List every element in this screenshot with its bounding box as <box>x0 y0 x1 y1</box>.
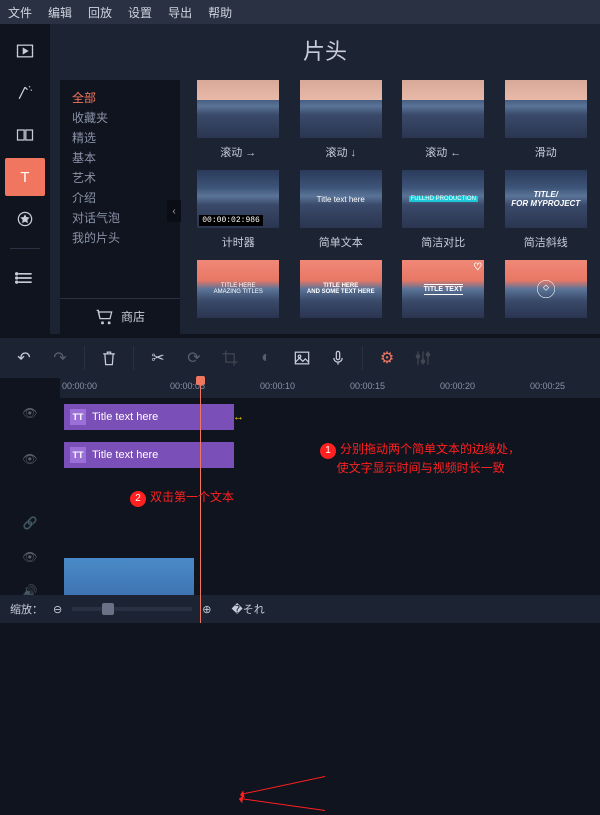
cat-bubble[interactable]: 对话气泡 <box>72 208 168 228</box>
annotation-arrow <box>241 798 325 811</box>
cat-featured[interactable]: 精选 <box>72 128 168 148</box>
preset-item[interactable] <box>502 260 591 318</box>
zoom-out-button[interactable]: ⊖ <box>53 603 62 616</box>
svg-text:T: T <box>20 169 29 186</box>
color-button[interactable]: ◐ <box>250 342 282 374</box>
cat-art[interactable]: 艺术 <box>72 168 168 188</box>
text-clip-icon: TT <box>70 447 86 463</box>
preset-item[interactable]: TITLE/ FOR MYPROJECT简洁斜线 <box>502 170 591 250</box>
tool-sidebar: T <box>0 24 50 334</box>
cat-all[interactable]: 全部 <box>72 88 168 108</box>
preset-grid: 滚动 → 滚动 ↓ 滚动 ← 滑动 00:00:02:986计时器 Title … <box>180 80 590 334</box>
menu-playback[interactable]: 回放 <box>88 4 112 21</box>
cat-mine[interactable]: 我的片头 <box>72 228 168 248</box>
annotation-1: 1分别拖动两个简单文本的边缘处， 使文字显示时间与视频时长一致 <box>320 440 520 476</box>
eye-icon[interactable]: 👁 <box>22 550 37 564</box>
text-clip-icon: TT <box>70 409 86 425</box>
zoom-in-button[interactable]: ⊕ <box>202 603 211 616</box>
undo-button[interactable]: ↶ <box>8 342 40 374</box>
annotation-arrow <box>242 776 325 795</box>
image-button[interactable] <box>286 342 318 374</box>
menu-settings[interactable]: 设置 <box>128 4 152 21</box>
crop-button[interactable] <box>214 342 246 374</box>
annotation-2: 2双击第一个文本 <box>130 488 234 507</box>
zoom-slider[interactable] <box>72 607 192 611</box>
link-icon[interactable]: 🔗 <box>23 516 38 530</box>
redo-button[interactable]: ↷ <box>44 342 76 374</box>
eye-icon[interactable]: 👁 <box>22 452 37 466</box>
fit-button[interactable]: �それ <box>231 601 264 617</box>
title-clip-1[interactable]: TT Title text here ↔ <box>64 404 234 430</box>
timeline: 00:00:00 00:00:05 00:00:10 00:00:15 00:0… <box>0 378 600 623</box>
delete-button[interactable] <box>93 342 125 374</box>
panel-title: 片头 <box>50 24 600 80</box>
cat-basic[interactable]: 基本 <box>72 148 168 168</box>
preset-item[interactable]: TITLE HERE AND SOME TEXT HERE <box>297 260 386 318</box>
transitions-tab-icon[interactable] <box>5 116 45 154</box>
mic-button[interactable] <box>322 342 354 374</box>
store-button[interactable]: 商店 <box>60 298 180 334</box>
preset-item[interactable]: TITLE HERE AMAZING TITLES <box>194 260 283 318</box>
title-clip-2[interactable]: TT Title text here <box>64 442 234 468</box>
eye-icon[interactable]: 👁 <box>22 406 37 420</box>
cat-fav[interactable]: 收藏夹 <box>72 108 168 128</box>
rotate-button[interactable]: ⟳ <box>178 342 210 374</box>
menu-help[interactable]: 帮助 <box>208 4 232 21</box>
menu-edit[interactable]: 编辑 <box>48 4 72 21</box>
category-panel: 全部 收藏夹 精选 基本 艺术 介绍 对话气泡 我的片头 ‹ 商店 <box>60 80 180 334</box>
zoom-bar: 缩放： ⊖ ⊕ �それ <box>0 595 600 623</box>
preset-item[interactable]: FULLHD PRODUCTION简洁对比 <box>399 170 488 250</box>
cut-button[interactable]: ✂ <box>142 342 174 374</box>
preset-item[interactable]: 滚动 ← <box>399 80 488 160</box>
menu-bar: 文件 编辑 回放 设置 导出 帮助 <box>0 0 600 24</box>
effects-tab-icon[interactable] <box>5 74 45 112</box>
media-tab-icon[interactable] <box>5 32 45 70</box>
preset-item[interactable]: ♡TITLE TEXT <box>399 260 488 318</box>
sliders-button[interactable] <box>407 342 439 374</box>
timeline-toolbar: ↶ ↷ ✂ ⟳ ◐ ⚙ <box>0 338 600 378</box>
more-tab-icon[interactable] <box>5 259 45 297</box>
stickers-tab-icon[interactable] <box>5 200 45 238</box>
menu-file[interactable]: 文件 <box>8 4 32 21</box>
time-ruler[interactable]: 00:00:00 00:00:05 00:00:10 00:00:15 00:0… <box>60 378 600 398</box>
resize-handle-icon[interactable]: ↔ <box>233 411 244 423</box>
zoom-label: 缩放： <box>10 601 43 617</box>
heart-icon: ♡ <box>473 262 482 273</box>
preset-item[interactable]: Title text here简单文本 <box>297 170 386 250</box>
menu-export[interactable]: 导出 <box>168 4 192 21</box>
cart-icon <box>95 307 115 327</box>
settings-button[interactable]: ⚙ <box>371 342 403 374</box>
titles-tab-icon[interactable]: T <box>5 158 45 196</box>
preset-item[interactable]: 滚动 ↓ <box>297 80 386 160</box>
chevron-left-icon[interactable]: ‹ <box>167 200 181 222</box>
preset-item[interactable]: 00:00:02:986计时器 <box>194 170 283 250</box>
cat-intro[interactable]: 介绍 <box>72 188 168 208</box>
preset-item[interactable]: 滑动 <box>502 80 591 160</box>
preset-item[interactable]: 滚动 → <box>194 80 283 160</box>
